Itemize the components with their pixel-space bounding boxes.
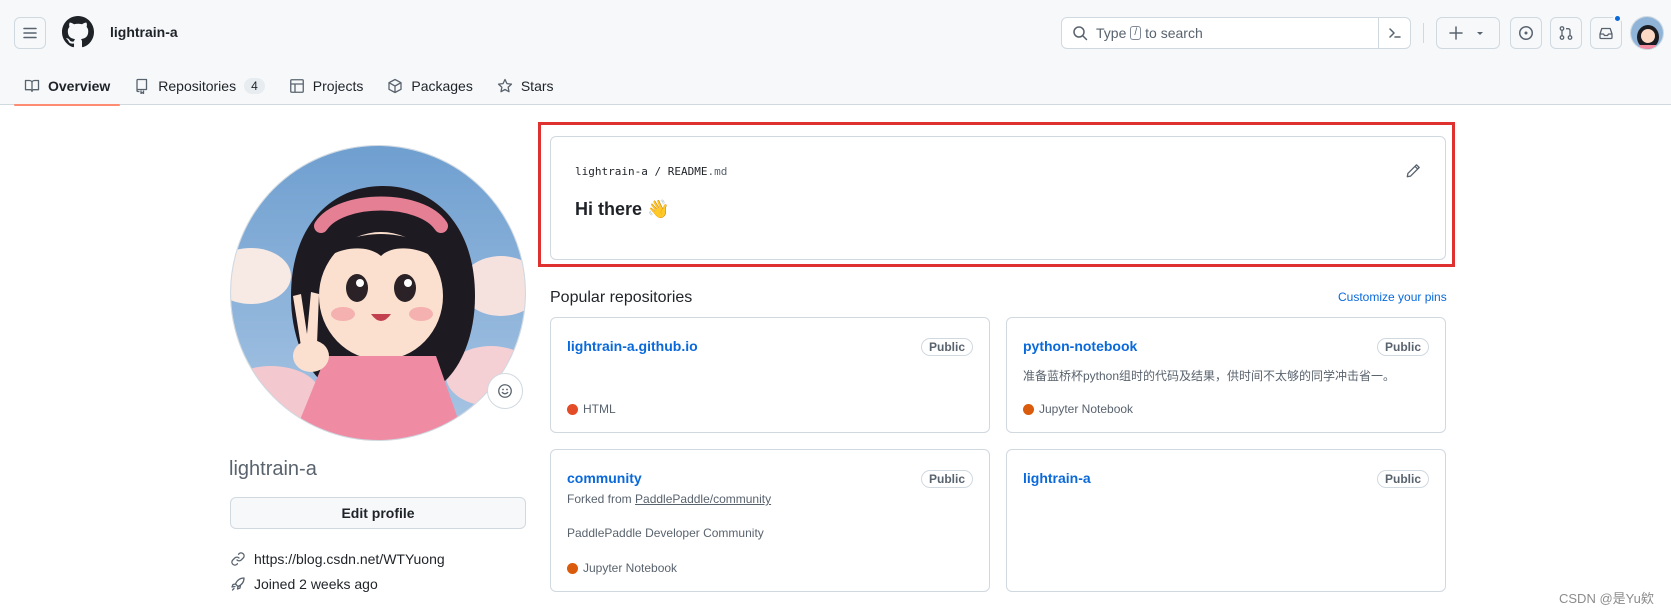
language-color-dot [1023, 403, 1034, 415]
popular-repositories-title: Popular repositories [550, 289, 693, 306]
tab-packages-label: Packages [411, 77, 473, 94]
search-icon [1073, 26, 1088, 41]
repo-icon [136, 78, 148, 94]
readme-file-ext: .md [707, 165, 728, 178]
set-status-button[interactable] [487, 373, 523, 409]
repo-language: HTML [567, 402, 616, 416]
profile-website: https://blog.csdn.net/WTYuong [230, 551, 445, 567]
repo-description: PaddlePaddle Developer Community [567, 526, 764, 540]
tab-repositories[interactable]: Repositories 4 [124, 66, 275, 105]
repo-language-label: HTML [583, 402, 616, 416]
tab-projects-label: Projects [312, 77, 364, 94]
search-shortcut-key: / [1130, 26, 1142, 40]
repo-forked-from: Forked from PaddlePaddle/community [567, 492, 771, 506]
repo-language-label: Jupyter Notebook [583, 561, 678, 575]
pull-requests-button[interactable] [1550, 17, 1582, 49]
readme-heading: Hi there 👋 [575, 199, 670, 219]
repo-card: lightrain-a.github.io Public HTML [550, 317, 990, 433]
command-palette-button[interactable] [1378, 18, 1410, 48]
language-color-dot [567, 403, 578, 415]
customize-pins-link[interactable]: Customize your pins [1338, 290, 1447, 304]
profile-joined-text: Joined 2 weeks ago [254, 576, 378, 592]
repo-language: Jupyter Notebook [567, 561, 677, 575]
git-pull-request-icon [1559, 26, 1573, 40]
readme-path: lightrain-a / README.md [575, 165, 727, 178]
profile-username: lightrain-a [229, 458, 317, 480]
create-new-button[interactable] [1436, 17, 1500, 49]
repo-description: 准备蓝桥杯python组时的代码及结果，供时间不太够的同学冲击省一。 [1023, 369, 1396, 383]
tab-packages[interactable]: Packages [377, 66, 482, 105]
profile-tabs: Overview Repositories 4 Projects Package… [14, 66, 568, 106]
readme-owner-link[interactable]: lightrain-a [575, 165, 648, 178]
tab-repositories-label: Repositories [158, 77, 237, 94]
csdn-watermark: CSDN @是Yu欸 [1559, 591, 1654, 606]
repo-language-label: Jupyter Notebook [1039, 402, 1134, 416]
triangle-down-icon [1477, 32, 1483, 35]
search-placeholder-prefix: Type [1096, 25, 1127, 41]
repositories-count: 4 [244, 77, 265, 94]
repo-card: lightrain-a Public [1006, 449, 1446, 592]
repo-name-link[interactable]: python-notebook [1023, 338, 1137, 354]
smiley-icon [498, 384, 512, 398]
tab-stars-label: Stars [520, 77, 554, 94]
visibility-badge: Public [1376, 470, 1429, 488]
inbox-icon [1599, 27, 1613, 40]
hamburger-icon [23, 27, 37, 39]
profile-website-link[interactable]: https://blog.csdn.net/WTYuong [254, 551, 445, 567]
repo-card: community Public Forked from PaddlePaddl… [550, 449, 990, 592]
link-icon [231, 552, 245, 566]
profile-avatar[interactable] [230, 145, 526, 441]
plus-icon [1449, 26, 1463, 40]
visibility-badge: Public [920, 470, 973, 488]
search-input[interactable]: Type / to search [1061, 17, 1411, 49]
forked-from-link[interactable]: PaddlePaddle/community [635, 492, 771, 506]
tab-overview-label: Overview [48, 77, 111, 94]
repo-name-link[interactable]: community [567, 470, 642, 486]
issue-opened-icon [1519, 26, 1533, 40]
profile-avatar-image [231, 146, 525, 440]
tab-projects[interactable]: Projects [279, 66, 374, 105]
profile-joined: Joined 2 weeks ago [230, 576, 378, 592]
issues-button[interactable] [1510, 17, 1542, 49]
repo-name-link[interactable]: lightrain-a [1023, 470, 1091, 486]
star-icon [497, 78, 512, 92]
table-icon [289, 78, 304, 93]
book-icon [24, 79, 40, 92]
avatar-image [1631, 17, 1663, 49]
tab-stars[interactable]: Stars [487, 66, 564, 105]
visibility-badge: Public [920, 338, 973, 356]
search-placeholder-suffix: to search [1145, 25, 1203, 41]
language-color-dot [567, 562, 578, 574]
menu-button[interactable] [14, 17, 46, 49]
forked-from-prefix: Forked from [567, 492, 632, 506]
context-owner-link[interactable]: lightrain-a [110, 24, 178, 40]
header-divider [1423, 23, 1424, 43]
readme-file-base[interactable]: README [668, 165, 708, 178]
tab-overview[interactable]: Overview [14, 66, 121, 106]
repo-card: python-notebook Public 准备蓝桥杯python组时的代码及… [1006, 317, 1446, 433]
rocket-icon [231, 577, 245, 591]
readme-card: lightrain-a / README.md Hi there 👋 [550, 136, 1446, 260]
package-icon [388, 78, 403, 93]
pencil-icon[interactable] [1405, 163, 1421, 179]
repo-name-link[interactable]: lightrain-a.github.io [567, 338, 698, 354]
global-header: lightrain-a Type / to search Overview Re… [0, 0, 1671, 106]
notification-indicator [1613, 14, 1622, 23]
repo-language: Jupyter Notebook [1023, 402, 1133, 416]
visibility-badge: Public [1376, 338, 1429, 356]
github-logo-icon[interactable] [62, 16, 94, 48]
edit-profile-button[interactable]: Edit profile [230, 497, 526, 529]
user-avatar-menu[interactable] [1630, 16, 1664, 50]
terminal-icon [1388, 28, 1401, 38]
